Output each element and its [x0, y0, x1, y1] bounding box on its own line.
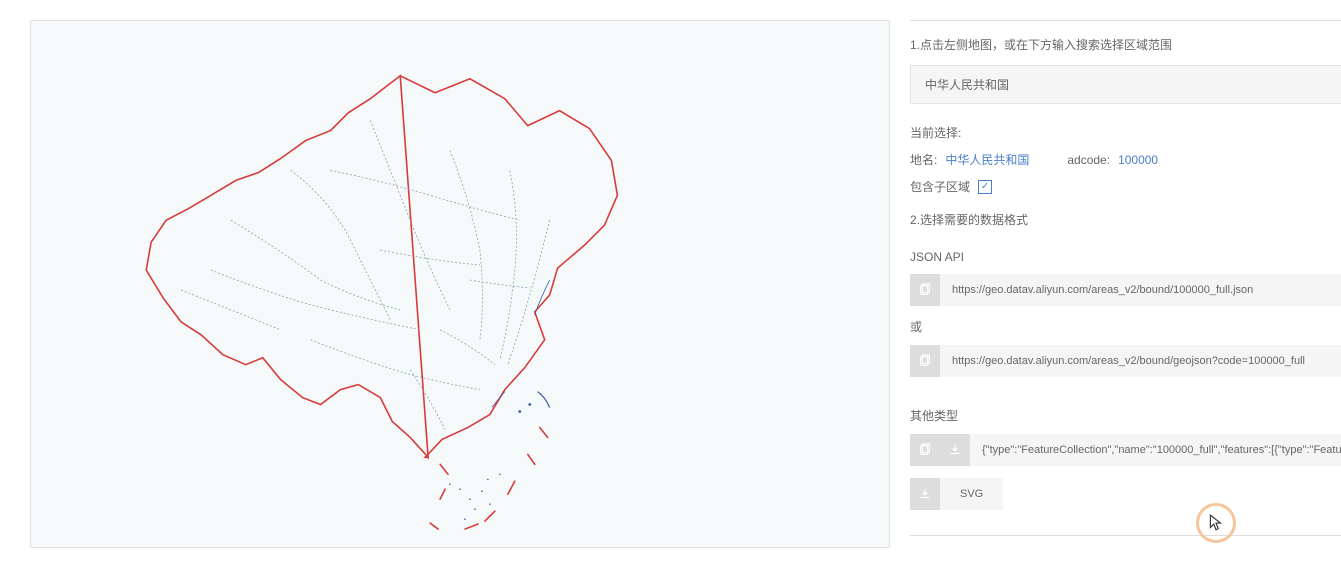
map-canvas[interactable]	[30, 20, 890, 548]
region-select[interactable]: 中华人民共和国 ﹀	[910, 65, 1341, 104]
include-children-row: 包含子区域 ✓	[910, 178, 1341, 195]
south-sea-dashes	[430, 427, 548, 529]
step1-label: 1.点击左侧地图，或在下方输入搜索选择区域范围	[910, 36, 1341, 53]
name-value[interactable]: 中华人民共和国	[945, 151, 1029, 168]
bottom-divider	[910, 535, 1341, 536]
province-borders	[181, 121, 550, 430]
geojson-text[interactable]: {"type":"FeatureCollection","name":"1000…	[970, 434, 1341, 466]
svg-row: SVG	[910, 478, 1341, 510]
step2-label: 2.选择需要的数据格式	[910, 211, 1341, 228]
current-selection-row: 当前选择:	[910, 124, 1341, 141]
copy-icon	[918, 443, 932, 457]
or-label: 或	[910, 318, 1341, 335]
copy-button-2[interactable]	[910, 345, 940, 377]
adcode-label: adcode:	[1067, 153, 1110, 167]
download-icon	[948, 443, 962, 457]
download-button-svg[interactable]	[910, 478, 940, 510]
copy-button-1[interactable]	[910, 274, 940, 306]
svg-label[interactable]: SVG	[940, 478, 1003, 510]
include-children-label: 包含子区域	[910, 178, 970, 195]
name-label: 地名:	[910, 151, 937, 168]
include-children-checkbox[interactable]: ✓	[978, 180, 992, 194]
current-selection-label: 当前选择:	[910, 124, 961, 141]
download-icon	[918, 487, 932, 501]
china-map-svg	[31, 21, 889, 547]
url2-text[interactable]: https://geo.datav.aliyun.com/areas_v2/bo…	[940, 345, 1341, 377]
copy-icon	[918, 354, 932, 368]
side-panel: 1.点击左侧地图，或在下方输入搜索选择区域范围 中华人民共和国 ﹀ 当前选择: …	[910, 20, 1341, 548]
json-api-label: JSON API	[910, 250, 1341, 264]
url2-row: https://geo.datav.aliyun.com/areas_v2/bo…	[910, 345, 1341, 377]
other-types-label: 其他类型	[910, 407, 1341, 424]
region-select-value: 中华人民共和国	[925, 76, 1009, 93]
copy-icon	[918, 283, 932, 297]
adcode-value[interactable]: 100000	[1118, 153, 1158, 167]
url1-text[interactable]: https://geo.datav.aliyun.com/areas_v2/bo…	[940, 274, 1341, 306]
download-button-1[interactable]	[940, 434, 970, 466]
url1-row: https://geo.datav.aliyun.com/areas_v2/bo…	[910, 274, 1341, 306]
national-border	[146, 76, 617, 458]
geojson-row: {"type":"FeatureCollection","name":"1000…	[910, 434, 1341, 466]
name-adcode-row: 地名: 中华人民共和国 adcode: 100000	[910, 151, 1341, 168]
copy-button-3[interactable]	[910, 434, 940, 466]
